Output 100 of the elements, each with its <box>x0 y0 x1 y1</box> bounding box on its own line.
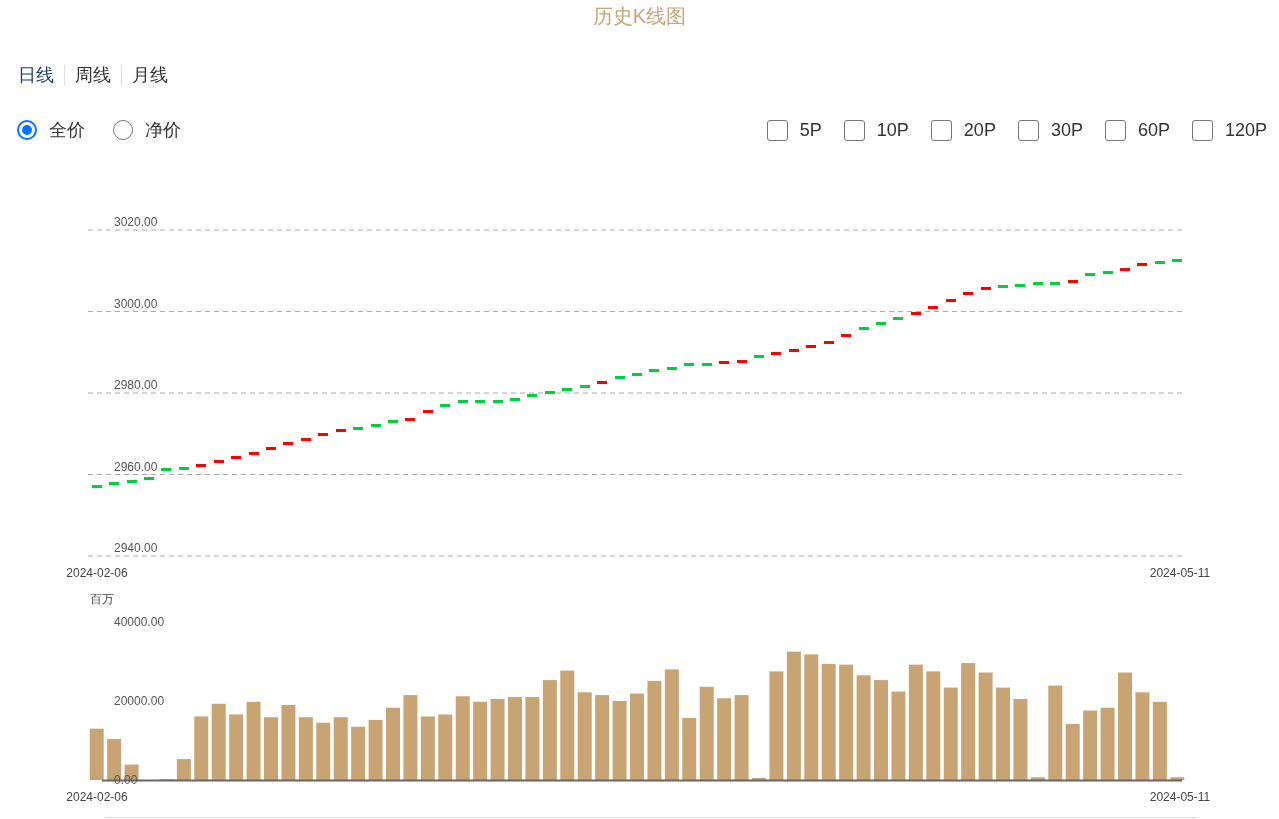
candle <box>580 385 590 388</box>
tab[interactable]: 月线 <box>131 61 169 89</box>
candle <box>423 410 433 413</box>
candle <box>301 438 311 441</box>
axis-label: 2024-05-11 <box>1149 566 1211 580</box>
volume-bar <box>194 716 209 780</box>
candle <box>737 360 747 363</box>
candle <box>1015 284 1025 287</box>
candle <box>1068 280 1078 283</box>
axis-label: 2024-02-06 <box>66 566 128 580</box>
candle <box>440 404 450 407</box>
candle <box>1085 273 1095 276</box>
radio-label: 全价 <box>49 118 85 142</box>
tab[interactable]: 周线 <box>74 61 112 89</box>
volume-bar <box>176 759 191 780</box>
volume-bar <box>1030 777 1045 780</box>
candle <box>196 464 206 467</box>
candle <box>562 388 572 391</box>
candle <box>597 381 607 384</box>
checkbox-label: 30P <box>1050 118 1083 142</box>
checkbox-label: 120P <box>1224 118 1267 142</box>
volume-bar <box>316 722 331 780</box>
candle <box>754 355 764 358</box>
volume-bar <box>264 717 278 780</box>
candle <box>266 447 276 450</box>
candle <box>1033 282 1043 285</box>
candle <box>684 363 694 366</box>
checkbox[interactable] <box>930 119 952 141</box>
candle <box>981 287 991 290</box>
candle <box>179 467 189 470</box>
volume-bar <box>1065 723 1080 780</box>
checkbox[interactable] <box>1017 119 1039 141</box>
candle <box>1120 268 1130 271</box>
page-title: 历史K线图 <box>592 4 687 29</box>
candle <box>702 363 712 366</box>
candle <box>144 477 154 480</box>
candle <box>161 468 171 471</box>
candle <box>1050 282 1060 285</box>
candle <box>771 352 781 355</box>
axis-title: 百万 <box>90 592 114 606</box>
candle <box>283 442 293 445</box>
candle <box>615 376 625 379</box>
candle <box>667 367 677 370</box>
candle <box>405 418 415 421</box>
candle <box>353 427 363 430</box>
checkbox-label: 20P <box>963 118 996 142</box>
volume-bar <box>1083 710 1098 780</box>
candle <box>998 285 1008 288</box>
candle <box>859 327 869 330</box>
candle <box>963 292 973 295</box>
candle <box>1155 261 1165 264</box>
candle <box>649 369 659 372</box>
volume-bar <box>368 719 383 780</box>
axis-label: 20000.00 <box>114 694 165 708</box>
candle <box>928 306 938 309</box>
candle <box>92 485 102 488</box>
checkbox-label: 60P <box>1137 118 1170 142</box>
candle <box>458 400 468 403</box>
candle <box>824 341 834 344</box>
tab[interactable]: 日线 <box>17 61 55 89</box>
volume-bar <box>351 726 366 780</box>
volume-bar <box>1170 777 1185 780</box>
candle <box>632 373 642 376</box>
axis-label: 2024-02-06 <box>66 790 128 804</box>
candle <box>493 400 503 403</box>
candle <box>127 480 137 483</box>
checkbox-label: 10P <box>876 118 909 142</box>
candle <box>388 420 398 423</box>
radio-label: 净价 <box>145 118 181 142</box>
axis-label: 2024-05-11 <box>1149 790 1211 804</box>
candle <box>336 429 346 432</box>
axis-label: 2940.00 <box>114 541 158 555</box>
candle <box>911 312 921 315</box>
checkbox[interactable] <box>1104 119 1126 141</box>
radio-button[interactable] <box>17 120 37 140</box>
checkbox[interactable] <box>843 119 865 141</box>
volume-bar <box>420 716 435 780</box>
axis-label: 40000.00 <box>114 615 165 629</box>
axis-label: 2960.00 <box>114 459 158 474</box>
axis-label: 2980.00 <box>114 378 158 392</box>
checkbox[interactable] <box>766 119 788 141</box>
candle <box>109 482 119 485</box>
candle <box>789 349 799 352</box>
candle <box>946 299 956 302</box>
candle <box>1103 271 1113 274</box>
candle <box>214 460 224 463</box>
volume-bar <box>438 714 453 780</box>
candle <box>318 433 328 436</box>
axis-label: 3020.00 <box>114 215 158 229</box>
volume-bar <box>333 717 348 780</box>
candle <box>806 345 816 348</box>
candle <box>893 317 903 320</box>
candle <box>249 452 259 455</box>
volume-bar <box>298 717 313 780</box>
axis-label: 3000.00 <box>114 296 158 311</box>
candle <box>475 400 485 403</box>
checkbox[interactable] <box>1191 119 1213 141</box>
candle <box>510 398 520 401</box>
candle <box>719 361 729 364</box>
candle <box>231 456 241 459</box>
